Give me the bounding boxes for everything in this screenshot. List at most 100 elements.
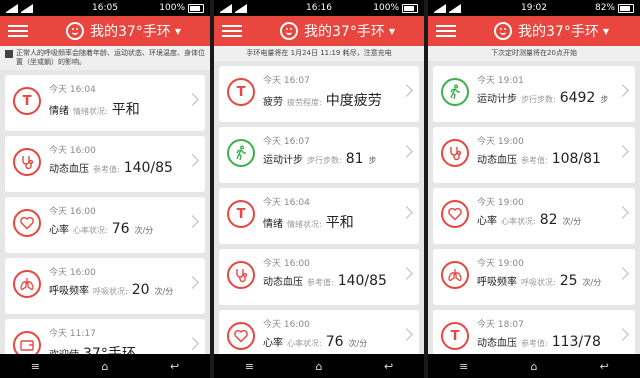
metric-label: 参考值: <box>307 278 334 287</box>
metric-label: 情绪状况: <box>73 107 108 116</box>
heart-icon <box>441 200 469 228</box>
card-time: 今天 16:04 <box>263 195 310 208</box>
menu-nav-icon[interactable]: ≡ <box>459 360 468 373</box>
app-title: 我的37°手环 <box>90 24 171 40</box>
signal-icon <box>21 3 33 13</box>
menu-nav-icon[interactable]: ≡ <box>31 360 40 373</box>
smiley-icon <box>280 22 298 40</box>
metric-unit: 步 <box>600 95 609 104</box>
metric-card[interactable]: 今天 19:00 动态血压 参考值: 108/81 <box>433 127 635 183</box>
bp-trend-icon: T <box>441 322 469 350</box>
metric-card[interactable]: 今天 16:00 呼吸频率 呼吸状况: 20 次/分 <box>5 258 205 314</box>
card-time-text: 今天 16:04 <box>263 198 310 208</box>
metric-card[interactable]: 今天 16:00 动态血压 参考值: 140/85 <box>5 136 205 192</box>
caret-down-icon: ▼ <box>388 26 395 36</box>
app-title-dropdown[interactable]: 我的37°手环 ▼ <box>494 21 609 41</box>
card-time-text: 今天 16:00 <box>263 320 310 330</box>
metric-name: 呼吸频率 <box>49 286 89 297</box>
back-nav-icon[interactable]: ↩ <box>170 360 179 373</box>
caret-down-icon: ▼ <box>602 26 609 36</box>
metric-value: 6492 <box>559 90 596 106</box>
metric-value: 140/85 <box>123 160 173 176</box>
metric-name: 呼吸频率 <box>477 277 517 288</box>
chevron-right-icon <box>400 84 413 97</box>
metric-card[interactable]: T 今天 16:07 疲劳 疲劳程度: 中度疲劳 <box>219 66 419 122</box>
metric-value: 76 <box>325 334 344 350</box>
home-nav-icon[interactable]: ⌂ <box>315 360 322 373</box>
card-time-text: 今天 16:07 <box>263 137 310 147</box>
card-time: 今天 16:00 <box>49 204 96 217</box>
signal-icon <box>6 3 18 13</box>
signal-icon <box>220 3 232 13</box>
screens: 16:05 100% 我的37°手环 ▼ 正常人的呼吸频率会随着年龄、运动状态、环境温度… <box>0 0 640 378</box>
phone-screen-1: 16:05 100% 我的37°手环 ▼ 正常人的呼吸频率会随着年龄、运动状态、环境温度… <box>0 0 210 378</box>
status-right: 82% <box>595 3 634 13</box>
metric-value: 平和 <box>111 102 140 118</box>
chevron-right-icon <box>400 206 413 219</box>
phone-screen-2: 16:16 100% 我的37°手环 ▼ 手环电量将在 1月24日 11:19 耗尽，注… <box>214 0 424 378</box>
metric-label: 步行步数: <box>521 95 556 104</box>
metric-name: 心率 <box>49 225 69 236</box>
signal-icon <box>434 3 446 13</box>
card-time: 今天 19:00 <box>477 256 524 269</box>
metric-label: 参考值: <box>521 156 548 165</box>
status-bar: 16:05 100% <box>0 0 210 16</box>
status-bar: 19:02 82% <box>428 0 640 16</box>
menu-nav-icon[interactable]: ≡ <box>245 360 254 373</box>
card-time: 今天 16:00 <box>263 317 310 330</box>
info-icon <box>5 50 13 58</box>
metric-card[interactable]: 今天 19:00 呼吸频率 呼吸状况: 25 次/分 <box>433 249 635 305</box>
card-content: 疲劳 疲劳程度: 中度疲劳 <box>263 90 382 110</box>
heart-icon <box>227 322 255 350</box>
metric-card[interactable]: T 今天 16:04 情绪 情绪状况: 平和 <box>219 188 419 244</box>
menu-icon[interactable] <box>8 25 28 37</box>
card-content: 心率 心率状况: 76 次/分 <box>263 334 367 350</box>
card-time: 今天 16:04 <box>49 82 96 95</box>
lungs-icon <box>13 270 41 298</box>
card-content: 动态血压 参考值: 113/78 <box>477 334 601 350</box>
metric-card[interactable]: 今天 16:00 心率 心率状况: 76 次/分 <box>5 197 205 253</box>
metric-label: 心率状况: <box>73 226 108 235</box>
chevron-right-icon <box>400 267 413 280</box>
metric-card[interactable]: 今天 19:00 心率 心率状况: 82 次/分 <box>433 188 635 244</box>
metric-card[interactable]: T 今天 16:04 情绪 情绪状况: 平和 <box>5 75 205 131</box>
home-nav-icon[interactable]: ⌂ <box>101 360 108 373</box>
metric-name: 运动计步 <box>477 94 517 105</box>
menu-icon[interactable] <box>222 25 242 37</box>
card-content: 情绪 情绪状况: 平和 <box>49 99 140 119</box>
app-title-dropdown[interactable]: 我的37°手环 ▼ <box>66 21 181 41</box>
battery-percent: 100% <box>159 3 185 13</box>
metric-value: 113/78 <box>551 334 601 350</box>
battery-icon <box>188 3 204 13</box>
status-right: 100% <box>373 3 418 13</box>
back-nav-icon[interactable]: ↩ <box>384 360 393 373</box>
metric-label: 情绪状况: <box>287 220 322 229</box>
card-content: 情绪 情绪状况: 平和 <box>263 212 354 232</box>
metric-card[interactable]: 今天 16:00 动态血压 参考值: 140/85 <box>219 249 419 305</box>
metric-name: 情绪 <box>263 219 283 230</box>
metric-label: 呼吸状况: <box>93 287 128 296</box>
menu-icon[interactable] <box>436 25 456 37</box>
app-title-dropdown[interactable]: 我的37°手环 ▼ <box>280 21 395 41</box>
metric-label: 疲劳程度: <box>287 98 322 107</box>
card-time-text: 今天 11:17 <box>49 329 96 339</box>
chevron-right-icon <box>616 267 629 280</box>
metric-unit: 次/分 <box>134 226 154 235</box>
card-time-text: 今天 19:00 <box>477 137 524 147</box>
status-left <box>220 3 247 13</box>
metric-label: 步行步数: <box>307 156 342 165</box>
back-nav-icon[interactable]: ↩ <box>600 360 609 373</box>
metric-card[interactable]: 今天 16:07 运动计步 步行步数: 81 步 <box>219 127 419 183</box>
home-nav-icon[interactable]: ⌂ <box>531 360 538 373</box>
card-time: 今天 19:01 <box>477 73 524 86</box>
card-time-text: 今天 16:00 <box>49 146 96 156</box>
metric-card[interactable]: 今天 19:01 运动计步 步行步数: 6492 步 <box>433 66 635 122</box>
metric-value: 20 <box>131 282 150 298</box>
walking-icon <box>441 78 469 106</box>
metric-unit: 步 <box>368 156 377 165</box>
card-content: 运动计步 步行步数: 6492 步 <box>477 90 608 106</box>
notice-banner: 正常人的呼吸频率会随着年龄、运动状态、环境温度、身体位置（坐或躺）的影响。 <box>0 46 210 70</box>
card-time-text: 今天 16:00 <box>263 259 310 269</box>
metric-value: 81 <box>345 151 364 167</box>
chevron-right-icon <box>186 93 199 106</box>
